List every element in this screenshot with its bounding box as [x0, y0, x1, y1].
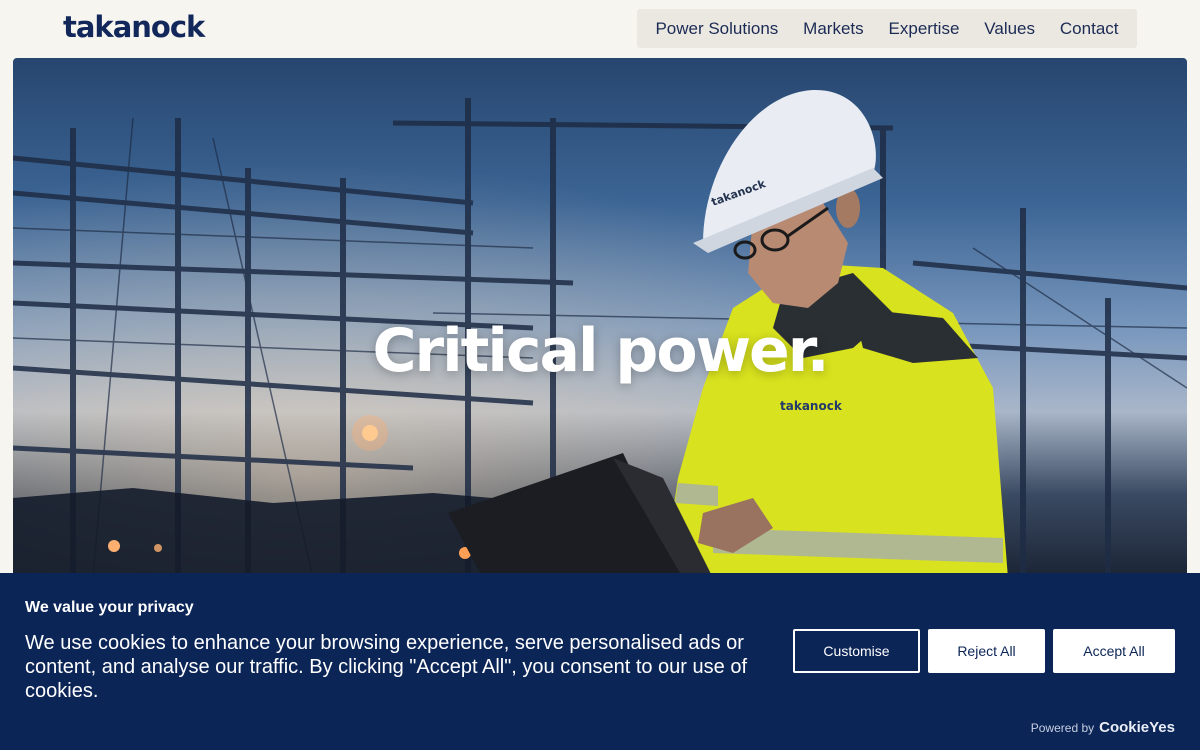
cookie-description: We use cookies to enhance your browsing … — [25, 632, 748, 702]
nav-power-solutions[interactable]: Power Solutions — [655, 19, 778, 39]
main-nav: Power Solutions Markets Expertise Values… — [637, 9, 1137, 48]
nav-values[interactable]: Values — [984, 19, 1035, 39]
nav-markets[interactable]: Markets — [803, 19, 863, 39]
powered-by-label: Powered by — [1030, 721, 1095, 735]
hero-banner: takanock takanock Critical power. — [13, 58, 1187, 578]
site-logo[interactable]: takanock — [63, 10, 205, 44]
cookie-title: We value your privacy — [25, 599, 194, 616]
cookieyes-logo[interactable]: CookieYes — [1099, 719, 1175, 736]
jacket-logo-text: takanock — [780, 399, 843, 413]
cookie-consent-banner: We value your privacy We use cookies to … — [0, 573, 1200, 750]
page: takanock Power Solutions Markets Experti… — [0, 0, 1200, 750]
powered-by: Powered by CookieYes — [1031, 719, 1175, 736]
nav-expertise[interactable]: Expertise — [889, 19, 960, 39]
accept-all-button[interactable]: Accept All — [1053, 629, 1175, 673]
site-header: takanock Power Solutions Markets Experti… — [0, 0, 1200, 58]
reject-all-button[interactable]: Reject All — [928, 629, 1045, 673]
nav-contact[interactable]: Contact — [1060, 19, 1119, 39]
customise-button[interactable]: Customise — [793, 629, 920, 673]
hero-title: Critical power. — [372, 316, 829, 386]
